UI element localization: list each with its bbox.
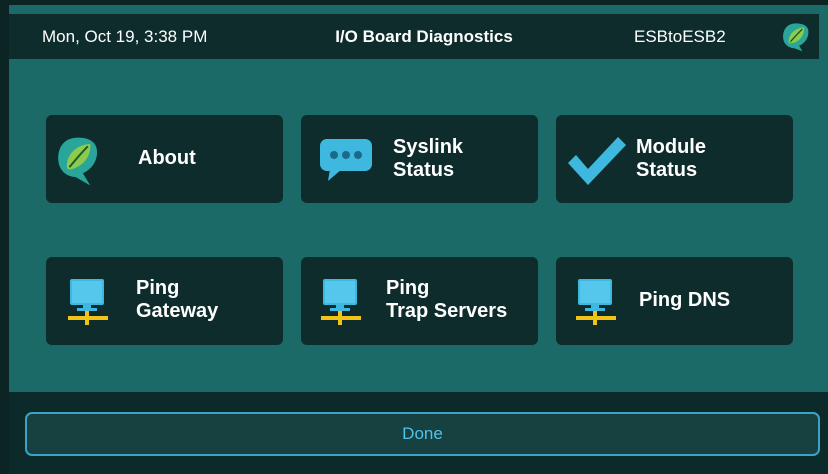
syslink-status-button[interactable]: Syslink Status — [301, 115, 538, 203]
checkmark-icon — [568, 137, 626, 185]
ping-trap-servers-label: Ping Trap Servers — [386, 277, 508, 322]
module-status-label: Module Status — [636, 136, 706, 181]
module-status-button[interactable]: Module Status — [556, 115, 793, 203]
chat-bubble-icon — [320, 139, 372, 181]
network-computer-icon — [576, 279, 616, 325]
top-status-bar: Mon, Oct 19, 3:38 PM I/O Board Diagnosti… — [9, 14, 819, 59]
ping-dns-label: Ping DNS — [639, 289, 731, 311]
ping-gateway-button[interactable]: Ping Gateway — [46, 257, 283, 345]
page-title-text: I/O Board Diagnostics — [335, 27, 513, 46]
about-label: About — [138, 147, 196, 169]
system-name-label: ESBtoESB2 — [634, 27, 726, 46]
ping-dns-button[interactable]: Ping DNS — [556, 257, 793, 345]
syslink-status-label: Syslink Status — [393, 136, 464, 181]
leaf-logo-icon — [783, 23, 809, 52]
ping-trap-servers-button[interactable]: Ping Trap Servers — [301, 257, 538, 345]
about-button[interactable]: About — [46, 115, 283, 203]
done-button[interactable]: Done — [25, 412, 820, 456]
network-computer-icon — [68, 279, 108, 325]
ping-gateway-label: Ping Gateway — [136, 277, 219, 322]
leaf-logo-icon — [58, 137, 98, 186]
network-computer-icon — [321, 279, 361, 325]
